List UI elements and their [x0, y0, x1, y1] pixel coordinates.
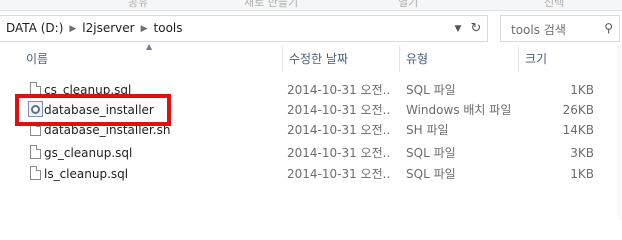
column-header-size[interactable]: 크기 [519, 46, 599, 72]
file-size: 1KB [570, 167, 594, 181]
breadcrumb-drive[interactable]: DATA (D:) [6, 21, 63, 35]
file-date: 2014-10-31 오전... [287, 146, 391, 160]
file-row[interactable]: gs_cleanup.sql 2014-10-31 오전... SQL 파일 3… [0, 143, 600, 163]
file-size: 14KB [562, 123, 594, 137]
ribbon-label-select[interactable]: 선택 [544, 0, 564, 10]
file-icon [30, 122, 41, 136]
file-icon [30, 166, 41, 180]
file-icon [30, 82, 41, 96]
file-row[interactable]: database_installer.sh 2014-10-31 오전... S… [0, 120, 600, 140]
search-icon[interactable]: ⚲ [604, 21, 613, 35]
file-date: 2014-10-31 오전... [287, 103, 391, 117]
ribbon-label-new[interactable]: 새로 만들기 [244, 0, 298, 10]
file-name: database_installer.sh [44, 123, 171, 137]
breadcrumb-folder-l2jserver[interactable]: l2jserver [82, 21, 134, 35]
file-type: SQL 파일 [406, 83, 456, 97]
file-icon [30, 145, 41, 159]
file-name: ls_cleanup.sql [44, 167, 129, 181]
breadcrumb-folder-tools[interactable]: tools [154, 21, 183, 35]
ribbon-strip: 공유 새로 만들기 열기 선택 [0, 0, 622, 11]
file-type: Windows 배치 파일 [406, 103, 512, 117]
column-header-date[interactable]: 수정한 날짜 [283, 46, 400, 72]
file-row[interactable]: cs_cleanup.sql 2014-10-31 오전... SQL 파일 1… [0, 80, 600, 100]
file-row[interactable]: database_installer 2014-10-31 오전... Wind… [0, 100, 600, 120]
chevron-down-icon[interactable]: ▼ [450, 20, 466, 38]
search-input[interactable] [509, 18, 603, 42]
column-header-type-label: 유형 [406, 52, 429, 66]
file-date: 2014-10-31 오전... [287, 123, 391, 137]
column-header-size-label: 크기 [525, 52, 548, 66]
file-size: 3KB [570, 146, 594, 160]
column-header-type[interactable]: 유형 [400, 46, 519, 72]
file-size: 1KB [570, 83, 594, 97]
batch-file-icon [28, 101, 43, 117]
file-date: 2014-10-31 오전... [287, 167, 391, 181]
file-type: SQL 파일 [406, 146, 456, 160]
file-type: SQL 파일 [406, 167, 456, 181]
ribbon-label-open[interactable]: 열기 [398, 0, 418, 10]
file-name: cs_cleanup.sql [44, 83, 132, 97]
refresh-icon[interactable]: ↻ [466, 20, 486, 38]
column-header-date-label: 수정한 날짜 [289, 52, 349, 66]
sort-ascending-icon: ▲ [146, 42, 153, 51]
vertical-scrollbar[interactable] [617, 44, 622, 220]
file-name: database_installer [44, 103, 154, 117]
file-type: SH 파일 [406, 123, 449, 137]
address-bar[interactable]: DATA (D:) ▶ l2jserver ▶ tools ▼ ↻ [0, 15, 488, 42]
file-date: 2014-10-31 오전... [287, 83, 391, 97]
ribbon-label-share[interactable]: 공유 [128, 0, 148, 10]
file-size: 26KB [562, 103, 594, 117]
breadcrumb-separator-icon[interactable]: ▶ [141, 24, 148, 34]
file-row[interactable]: ls_cleanup.sql 2014-10-31 오전... SQL 파일 1… [0, 164, 600, 184]
breadcrumb: DATA (D:) ▶ l2jserver ▶ tools [6, 21, 183, 35]
file-name: gs_cleanup.sql [44, 146, 133, 160]
breadcrumb-separator-icon[interactable]: ▶ [69, 24, 76, 34]
column-header-name-label: 이름 [26, 52, 49, 66]
search-box: ⚲ [500, 15, 620, 42]
